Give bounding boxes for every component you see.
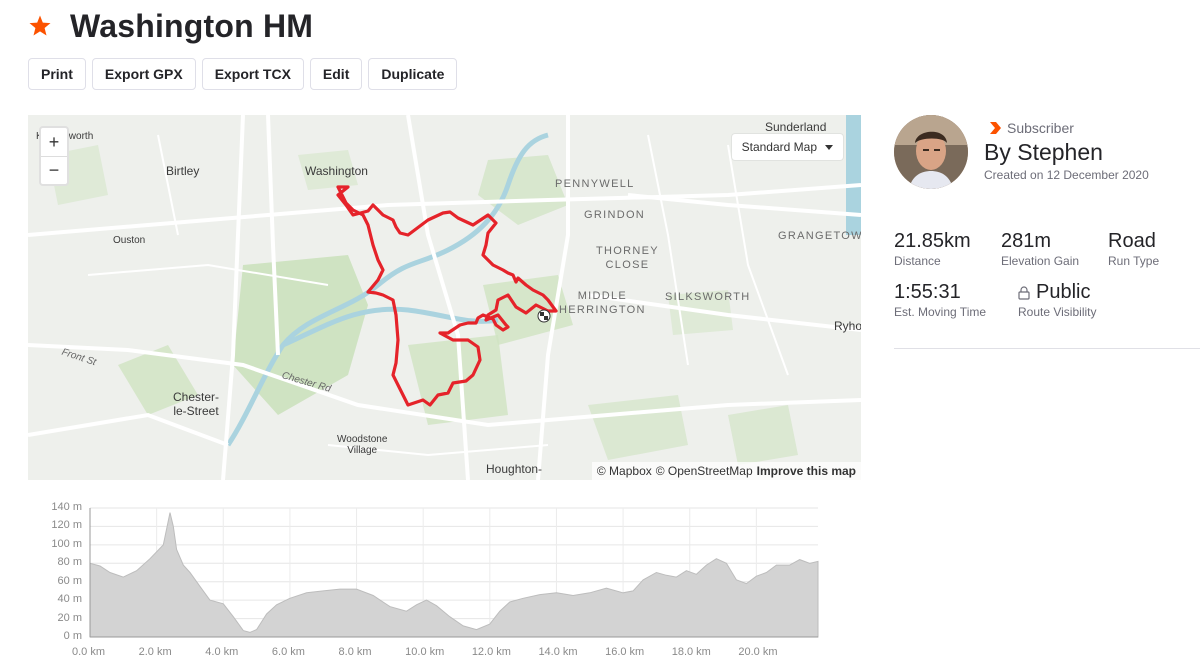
map-label-birtley: Birtley (166, 164, 200, 178)
duplicate-button[interactable]: Duplicate (368, 58, 458, 90)
sidebar-divider (894, 348, 1200, 349)
stat-distance-value: 21.85km (894, 230, 971, 252)
stat-moving-time-label: Est. Moving Time (894, 305, 987, 319)
stat-elevation-label: Elevation Gain (1001, 254, 1080, 268)
chevron-down-icon (825, 144, 833, 150)
elevation-y-tick-label: 80 m (57, 556, 82, 569)
stat-visibility: Public Route Visibility (1018, 281, 1096, 319)
export-tcx-button[interactable]: Export TCX (201, 58, 304, 90)
map-attribution: © Mapbox © OpenStreetMap Improve this ma… (591, 462, 861, 480)
elevation-x-tick-label: 4.0 km (205, 646, 239, 658)
stat-visibility-label: Route Visibility (1018, 305, 1097, 319)
elevation-y-tick-label: 140 m (51, 501, 82, 513)
map-style-select[interactable]: Standard Map (731, 134, 843, 160)
stat-elevation-value: 281m (1001, 230, 1052, 252)
attribution-mapbox-link[interactable]: © Mapbox (597, 464, 652, 478)
map-label-sunderland: Sunderland (765, 120, 827, 134)
elevation-chart[interactable]: 140 m 120 m 100 m 80 m 60 m 40 m 20 m 0 m 0.0 km… (28, 500, 828, 663)
elevation-x-tick-label: 14.0 km (538, 646, 578, 658)
stat-distance: 21.85km Distance (894, 230, 971, 268)
map-label-ouston: Ouston (113, 235, 146, 246)
elevation-y-tick-label: 20 m (57, 611, 82, 624)
map-zoom-control: + − (39, 126, 69, 186)
map-label-silksworth: SILKSWORTH (665, 291, 751, 303)
stat-run-type: Road Run Type (1108, 230, 1159, 268)
edit-button[interactable]: Edit (309, 58, 363, 90)
map-style-label: Standard Map (741, 140, 817, 154)
elevation-x-tick-label: 6.0 km (271, 646, 305, 658)
stat-elevation: 281m Elevation Gain (1001, 230, 1079, 268)
stat-run-type-value: Road (1108, 230, 1156, 252)
page-title: Washington HM (70, 7, 314, 44)
elevation-x-tick-label: 8.0 km (338, 646, 372, 658)
print-button[interactable]: Print (28, 58, 86, 90)
title-row: Washington HM (28, 6, 313, 46)
improve-map-link[interactable]: Improve this map (757, 464, 856, 478)
map-label-woodstone: Woodstone Village (337, 434, 388, 456)
subscriber-chevron-icon (990, 122, 1001, 134)
route-toolbar: Print Export GPX Export TCX Edit Duplica… (28, 58, 458, 90)
zoom-in-button[interactable]: + (41, 128, 67, 156)
elevation-x-tick-label: 16.0 km (605, 646, 645, 658)
route-map[interactable]: Kibblesworth Birtley Washington Ouston F… (28, 115, 861, 480)
stat-moving-time-value: 1:55:31 (894, 281, 961, 303)
export-gpx-button[interactable]: Export GPX (91, 58, 196, 90)
zoom-out-button[interactable]: − (41, 156, 67, 184)
map-label-thorney-close: THORNEY CLOSE (596, 245, 659, 271)
elevation-x-tick-label: 0.0 km (72, 646, 106, 658)
elevation-plot (89, 507, 819, 638)
map-label-middle-herrington: MIDDLE HERRINGTON (559, 290, 646, 316)
elevation-y-tick-label: 60 m (57, 574, 82, 587)
elevation-y-tick-label: 0 m (63, 630, 82, 642)
map-label-pennywell: PENNYWELL (555, 178, 635, 190)
stat-run-type-label: Run Type (1108, 254, 1160, 268)
avatar[interactable] (894, 115, 968, 189)
stat-moving-time: 1:55:31 Est. Moving Time (894, 281, 986, 319)
elevation-y-tick-label: 120 m (51, 519, 82, 532)
elevation-x-tick-label: 2.0 km (138, 646, 172, 658)
stat-distance-label: Distance (894, 254, 941, 268)
elevation-y-tick-label: 100 m (51, 537, 82, 550)
elevation-x-tick-label: 20.0 km (738, 646, 778, 658)
finish-marker-icon (537, 309, 551, 323)
map-label-ryhope: Ryhope (834, 319, 861, 333)
avatar-image (894, 115, 968, 189)
subscriber-badge: Subscriber (988, 120, 1074, 136)
map-label-grindon: GRINDON (584, 209, 646, 221)
map-label-houghton: Houghton- (486, 462, 543, 476)
map-label-grangetown: GRANGETOWN (778, 230, 861, 242)
star-icon[interactable] (28, 14, 52, 38)
map-label-chester-le-street: Chester- le-Street (173, 390, 220, 418)
author-name[interactable]: By Stephen (984, 139, 1103, 166)
elevation-y-tick-label: 40 m (57, 593, 82, 606)
subscriber-label: Subscriber (1007, 120, 1074, 136)
created-date: Created on 12 December 2020 (984, 168, 1149, 182)
map-sea (846, 115, 861, 235)
attribution-osm-link[interactable]: © OpenStreetMap (656, 464, 753, 478)
elevation-x-tick-label: 18.0 km (671, 646, 711, 658)
lock-icon (1018, 285, 1030, 300)
elevation-x-tick-label: 12.0 km (471, 646, 511, 658)
map-label-washington: Washington (305, 164, 368, 178)
elevation-x-tick-label: 10.0 km (405, 646, 445, 658)
stat-visibility-value: Public (1036, 281, 1091, 303)
